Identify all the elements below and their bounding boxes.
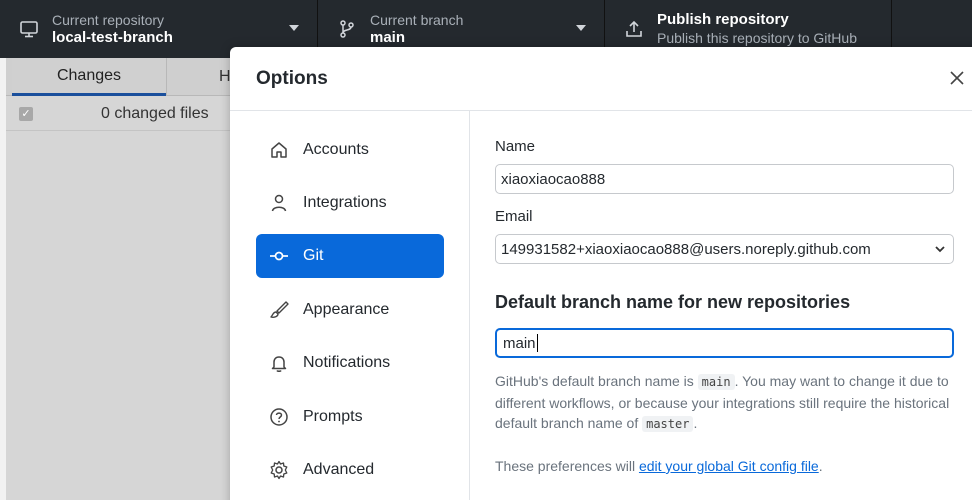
question-icon <box>268 406 290 428</box>
dialog-header: Options <box>230 47 972 111</box>
sidebar-item-label: Appearance <box>303 301 390 318</box>
publish-repository-title: Publish repository <box>657 11 789 28</box>
default-branch-heading: Default branch name for new repositories <box>495 292 851 312</box>
email-label: Email <box>495 208 533 225</box>
name-label: Name <box>495 138 536 155</box>
gear-icon <box>268 459 290 481</box>
sidebar-item-prompts[interactable]: Prompts <box>256 395 444 439</box>
current-branch-label: Current branch <box>370 12 464 28</box>
current-repository-name: local-test-branch <box>52 29 173 46</box>
options-dialog: Options Accounts Integrations Git Appear… <box>230 47 972 500</box>
sidebar-item-label: Git <box>303 247 324 264</box>
default-branch-help: GitHub's default branch name is main. Yo… <box>495 371 955 435</box>
sidebar-item-label: Advanced <box>303 461 375 478</box>
monitor-icon <box>18 18 40 40</box>
options-sidebar: Accounts Integrations Git Appearance Not… <box>230 111 470 500</box>
default-branch-value: main <box>503 334 536 352</box>
sidebar-item-accounts[interactable]: Accounts <box>256 128 444 172</box>
edit-git-config-link[interactable]: edit your global Git config file <box>639 458 819 474</box>
sidebar-item-label: Notifications <box>303 354 391 371</box>
paintbrush-icon <box>268 299 290 321</box>
help-text-part: . <box>693 415 698 431</box>
select-all-checkbox[interactable]: ✓ <box>19 106 33 121</box>
text-cursor <box>536 334 538 352</box>
tab-changes[interactable]: Changes <box>12 58 166 96</box>
sidebar-item-notifications[interactable]: Notifications <box>256 341 444 385</box>
git-branch-icon <box>336 18 358 40</box>
close-icon <box>950 71 964 85</box>
preferences-suffix: . <box>818 458 823 474</box>
help-text-part: GitHub's default branch name is <box>495 373 698 389</box>
code-master: master <box>642 416 694 432</box>
sidebar-item-git[interactable]: Git <box>256 234 444 278</box>
current-branch-name: main <box>370 29 406 46</box>
publish-repository-subtitle: Publish this repository to GitHub <box>657 30 857 46</box>
email-selected-value: 149931582+xiaoxiaocao888@users.noreply.g… <box>501 240 871 258</box>
person-icon <box>268 192 290 214</box>
sidebar-item-label: Accounts <box>303 141 369 158</box>
chevron-down-icon <box>576 25 586 31</box>
code-main: main <box>697 374 735 390</box>
sidebar-item-integrations[interactable]: Integrations <box>256 181 444 225</box>
sidebar-item-advanced[interactable]: Advanced <box>256 448 444 492</box>
home-icon <box>268 139 290 161</box>
chevron-down-icon <box>289 25 299 31</box>
sidebar-item-label: Integrations <box>303 194 387 211</box>
email-select[interactable]: 149931582+xiaoxiaocao888@users.noreply.g… <box>495 234 954 264</box>
changed-files-count: 0 changed files <box>101 104 209 122</box>
sidebar-item-label: Prompts <box>303 408 363 425</box>
current-repository-label: Current repository <box>52 12 165 28</box>
name-field[interactable]: xiaoxiaocao888 <box>495 164 954 194</box>
chevron-down-icon <box>935 246 945 253</box>
upload-icon <box>623 18 645 40</box>
git-commit-icon <box>268 245 290 267</box>
sidebar-item-appearance[interactable]: Appearance <box>256 288 444 332</box>
dialog-title: Options <box>256 68 328 89</box>
preferences-prefix: These preferences will <box>495 458 639 474</box>
changes-history-tabs: Changes His <box>6 58 242 96</box>
preferences-note: These preferences will edit your global … <box>495 458 823 474</box>
bell-icon <box>268 352 290 374</box>
close-button[interactable] <box>948 69 966 87</box>
default-branch-input[interactable]: main <box>495 328 954 358</box>
changed-files-header: ✓ 0 changed files <box>6 97 240 131</box>
